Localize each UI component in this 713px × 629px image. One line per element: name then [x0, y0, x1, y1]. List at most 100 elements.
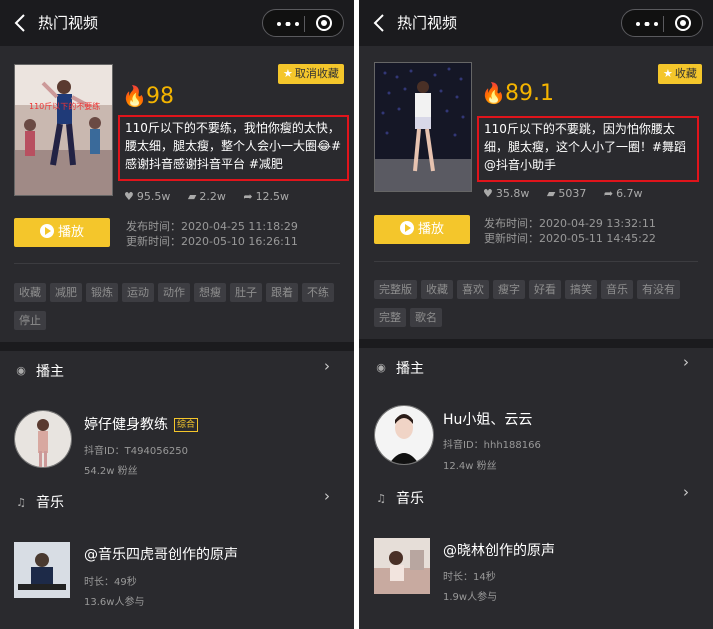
video-stats: ♥ 35.8w ▰ 5037 ➦ 6.7w	[483, 187, 657, 200]
target-close-icon[interactable]	[316, 15, 332, 31]
tag-chip[interactable]: 收藏	[421, 280, 453, 299]
star-icon: ★	[663, 67, 673, 80]
share-icon: ➦	[243, 190, 253, 203]
comments-count: 5037	[558, 187, 587, 200]
video-description: 110斤以下的不要跳，因为怕你腰太细，腿太瘦，这个人小了一圈！#舞蹈 @抖音小助…	[477, 116, 699, 182]
section-divider	[359, 339, 713, 348]
music-section-title: 音乐	[36, 495, 64, 511]
shares-count: 6.7w	[616, 187, 643, 200]
tag-chip[interactable]: 不练	[302, 283, 334, 302]
mini-program-capsule	[262, 9, 344, 37]
play-icon	[39, 224, 54, 238]
play-button[interactable]: 播放	[374, 215, 470, 244]
cancel-favorite-button[interactable]: ★ 取消收藏	[278, 64, 344, 84]
page-title: 热门视频	[397, 14, 458, 32]
tag-chip[interactable]: 好看	[529, 280, 561, 299]
top-bar: 热门视频	[359, 0, 713, 46]
tag-list: 完整版 收藏 喜欢 瘦字 好看 搞笑 音乐 有没有 完整 歌名	[374, 280, 709, 336]
tag-chip[interactable]: 运动	[122, 283, 154, 302]
favorite-label: 收藏	[674, 67, 697, 80]
comment-icon: ▰	[187, 190, 197, 203]
play-label: 播放	[417, 222, 444, 237]
favorite-button[interactable]: ★ 收藏	[658, 64, 702, 84]
divider-line	[374, 261, 698, 262]
music-title: @音乐四虎哥创作的原声	[84, 547, 238, 563]
favorite-label: 取消收藏	[294, 67, 339, 80]
chevron-right-icon[interactable]: ›	[324, 487, 330, 505]
creator-avatar[interactable]	[374, 405, 434, 465]
mini-program-capsule	[621, 9, 703, 37]
video-thumbnail[interactable]: 110斤以下的不要练	[14, 64, 113, 196]
more-icon[interactable]	[277, 22, 299, 26]
heart-icon: ♥	[124, 190, 134, 203]
tag-chip[interactable]: 肚子	[230, 283, 262, 302]
creator-id: 抖音ID：T494056250	[84, 446, 189, 457]
tag-chip[interactable]: 有没有	[637, 280, 680, 299]
creator-avatar[interactable]	[14, 410, 72, 468]
tag-chip[interactable]: 收藏	[14, 283, 46, 302]
panel-right: 热门视频 🔥 89.1 ★ 收藏 110斤以下的不要跳，因为怕你腰太细，腿太瘦，…	[359, 0, 713, 629]
target-close-icon[interactable]	[675, 15, 691, 31]
chevron-right-icon[interactable]: ›	[324, 357, 330, 375]
divider-line	[14, 263, 340, 264]
video-thumbnail[interactable]	[374, 62, 472, 192]
anchor-icon: ◉	[16, 364, 26, 377]
chevron-right-icon[interactable]: ›	[683, 353, 689, 371]
page-title: 热门视频	[38, 14, 99, 32]
tag-chip[interactable]: 减肥	[50, 283, 82, 302]
tag-chip[interactable]: 完整	[374, 308, 406, 327]
comments-count: 2.2w	[199, 190, 226, 203]
video-times: 发布时间：2020-04-29 13:32:11 更新时间：2020-05-11…	[484, 216, 656, 246]
music-thumbnail[interactable]	[374, 538, 430, 594]
tag-chip[interactable]: 想瘦	[194, 283, 226, 302]
publish-time: 发布时间：2020-04-29 13:32:11	[484, 217, 656, 230]
shares-count: 12.5w	[255, 190, 290, 203]
creator-id: 抖音ID：hhh188166	[443, 440, 541, 451]
back-icon[interactable]	[371, 12, 391, 34]
fire-icon: 🔥	[481, 81, 506, 105]
creator-name-text: 婷仔健身教练	[84, 417, 168, 433]
music-users: 13.6w人参与	[84, 597, 145, 608]
music-section-title: 音乐	[396, 491, 424, 507]
publish-time: 发布时间：2020-04-25 11:18:29	[126, 220, 298, 233]
share-icon: ➦	[603, 187, 614, 200]
tag-chip[interactable]: 喜欢	[457, 280, 489, 299]
chevron-right-icon[interactable]: ›	[683, 483, 689, 501]
thumbnail-caption: 110斤以下的不要练	[29, 102, 101, 111]
fire-icon: 🔥	[122, 84, 147, 108]
comment-icon: ▰	[546, 187, 556, 200]
music-thumbnail[interactable]	[14, 542, 70, 598]
tag-chip[interactable]: 锻炼	[86, 283, 118, 302]
top-bar: 热门视频	[0, 0, 354, 46]
tag-chip[interactable]: 跟着	[266, 283, 298, 302]
tag-list: 收藏 减肥 锻炼 运动 动作 想瘦 肚子 跟着 不练 停止	[14, 283, 350, 339]
music-users: 1.9w人参与	[443, 592, 498, 603]
update-time: 更新时间：2020-05-11 14:45:22	[484, 232, 656, 245]
creator-name: Hu小姐、云云	[443, 412, 533, 428]
music-duration: 时长：49秒	[84, 577, 137, 588]
music-duration: 时长：14秒	[443, 572, 496, 583]
music-note-icon: ♫	[16, 496, 26, 509]
video-description: 110斤以下的不要练，我怕你瘦的太快，腰太细，腿太瘦，整个人会小一大圈😂#感谢抖…	[118, 115, 349, 181]
video-stats: ♥ 95.5w ▰ 2.2w ➦ 12.5w	[124, 190, 303, 203]
hot-score: 89.1	[505, 81, 554, 106]
tag-chip[interactable]: 完整版	[374, 280, 417, 299]
tag-chip[interactable]: 动作	[158, 283, 190, 302]
music-note-icon: ♫	[376, 492, 386, 505]
update-time: 更新时间：2020-05-10 16:26:11	[126, 235, 298, 248]
star-icon: ★	[283, 67, 293, 80]
tag-chip[interactable]: 歌名	[410, 308, 442, 327]
tag-chip[interactable]: 瘦字	[493, 280, 525, 299]
likes-count: 35.8w	[495, 187, 530, 200]
tag-chip[interactable]: 停止	[14, 311, 46, 330]
tag-chip[interactable]: 音乐	[601, 280, 633, 299]
section-divider	[0, 342, 354, 351]
more-icon[interactable]	[636, 22, 658, 26]
tag-chip[interactable]: 搞笑	[565, 280, 597, 299]
play-button[interactable]: 播放	[14, 218, 110, 247]
play-label: 播放	[57, 225, 84, 240]
creator-section-title: 播主	[396, 361, 424, 377]
music-title: @晓林创作的原声	[443, 543, 555, 559]
back-icon[interactable]	[12, 12, 32, 34]
creator-section-title: 播主	[36, 364, 64, 380]
